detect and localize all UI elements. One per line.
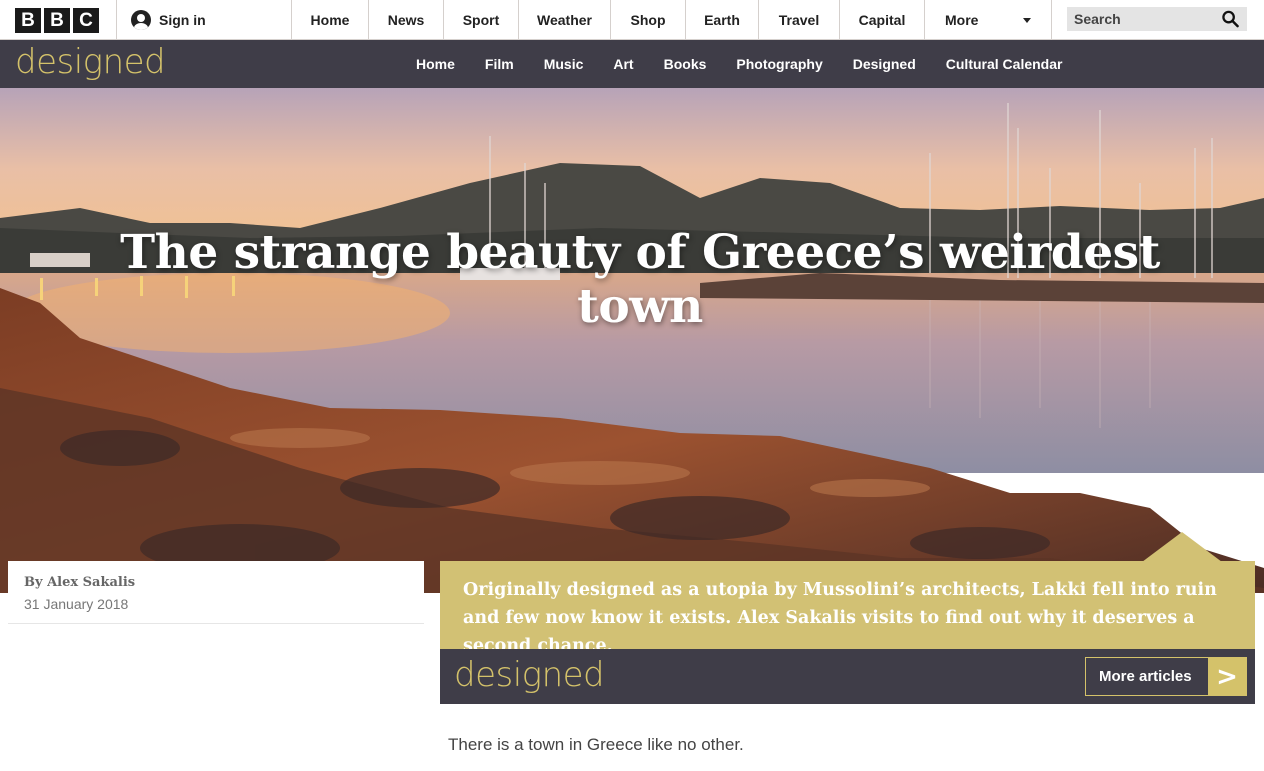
section-nav-cultural-calendar[interactable]: Cultural Calendar [931, 56, 1078, 72]
search-icon[interactable] [1222, 10, 1239, 28]
designed-logo[interactable]: designed [15, 42, 166, 82]
nav-travel[interactable]: Travel [759, 0, 840, 40]
section-nav-art[interactable]: Art [598, 56, 648, 72]
designed-promo-logo[interactable]: designed [454, 655, 605, 695]
summary-pointer [1142, 532, 1222, 562]
byline: By Alex Sakalis 31 January 2018 [8, 561, 424, 624]
section-nav-film[interactable]: Film [470, 56, 529, 72]
section-nav-books[interactable]: Books [649, 56, 722, 72]
more-articles-label: More articles [1099, 668, 1192, 685]
bbc-logo-letter: B [15, 7, 41, 33]
nav-earth[interactable]: Earth [686, 0, 759, 40]
search-input[interactable]: Search [1067, 7, 1247, 31]
chevron-right-icon: > [1208, 658, 1246, 695]
author-name: By Alex Sakalis [24, 575, 136, 590]
bbc-logo-letter: C [73, 7, 99, 33]
bbc-logo: B B C [15, 7, 99, 33]
nav-sport[interactable]: Sport [444, 0, 519, 40]
publish-date: 31 January 2018 [24, 596, 129, 612]
hero-image: The strange beauty of Greece’s weirdest … [0, 88, 1264, 593]
sign-in-label: Sign in [159, 12, 206, 28]
bbc-top-bar: B B C Sign in Home News Sport Weather Sh… [0, 0, 1264, 40]
user-icon [131, 10, 151, 30]
nav-more-dropdown[interactable]: More [925, 0, 1052, 40]
more-articles-button[interactable]: More articles > [1085, 657, 1247, 696]
section-nav-home[interactable]: Home [401, 56, 470, 72]
article-headline: The strange beauty of Greece’s weirdest … [120, 225, 1160, 334]
nav-weather[interactable]: Weather [519, 0, 611, 40]
article-summary: Originally designed as a utopia by Musso… [440, 561, 1255, 656]
section-nav-photography[interactable]: Photography [721, 56, 837, 72]
sign-in-link[interactable]: Sign in [117, 0, 292, 40]
designed-promo-bar: designed More articles > [440, 649, 1255, 704]
bbc-logo-letter: B [44, 7, 70, 33]
nav-shop[interactable]: Shop [611, 0, 686, 40]
bbc-logo-link[interactable]: B B C [0, 0, 117, 40]
caret-down-icon [1023, 18, 1031, 23]
search-placeholder: Search [1074, 11, 1121, 27]
designed-nav: Home Film Music Art Books Photography De… [401, 40, 1077, 88]
harbour-sunset-photo [0, 88, 1264, 593]
nav-home[interactable]: Home [292, 0, 369, 40]
nav-more-label: More [945, 12, 979, 28]
designed-section-bar: designed Home Film Music Art Books Photo… [0, 40, 1264, 88]
bbc-main-nav: Home News Sport Weather Shop Earth Trave… [292, 0, 1052, 40]
section-nav-music[interactable]: Music [529, 56, 599, 72]
nav-capital[interactable]: Capital [840, 0, 925, 40]
article-first-paragraph: There is a town in Greece like no other. [448, 735, 744, 754]
nav-news[interactable]: News [369, 0, 444, 40]
section-nav-designed[interactable]: Designed [838, 56, 931, 72]
